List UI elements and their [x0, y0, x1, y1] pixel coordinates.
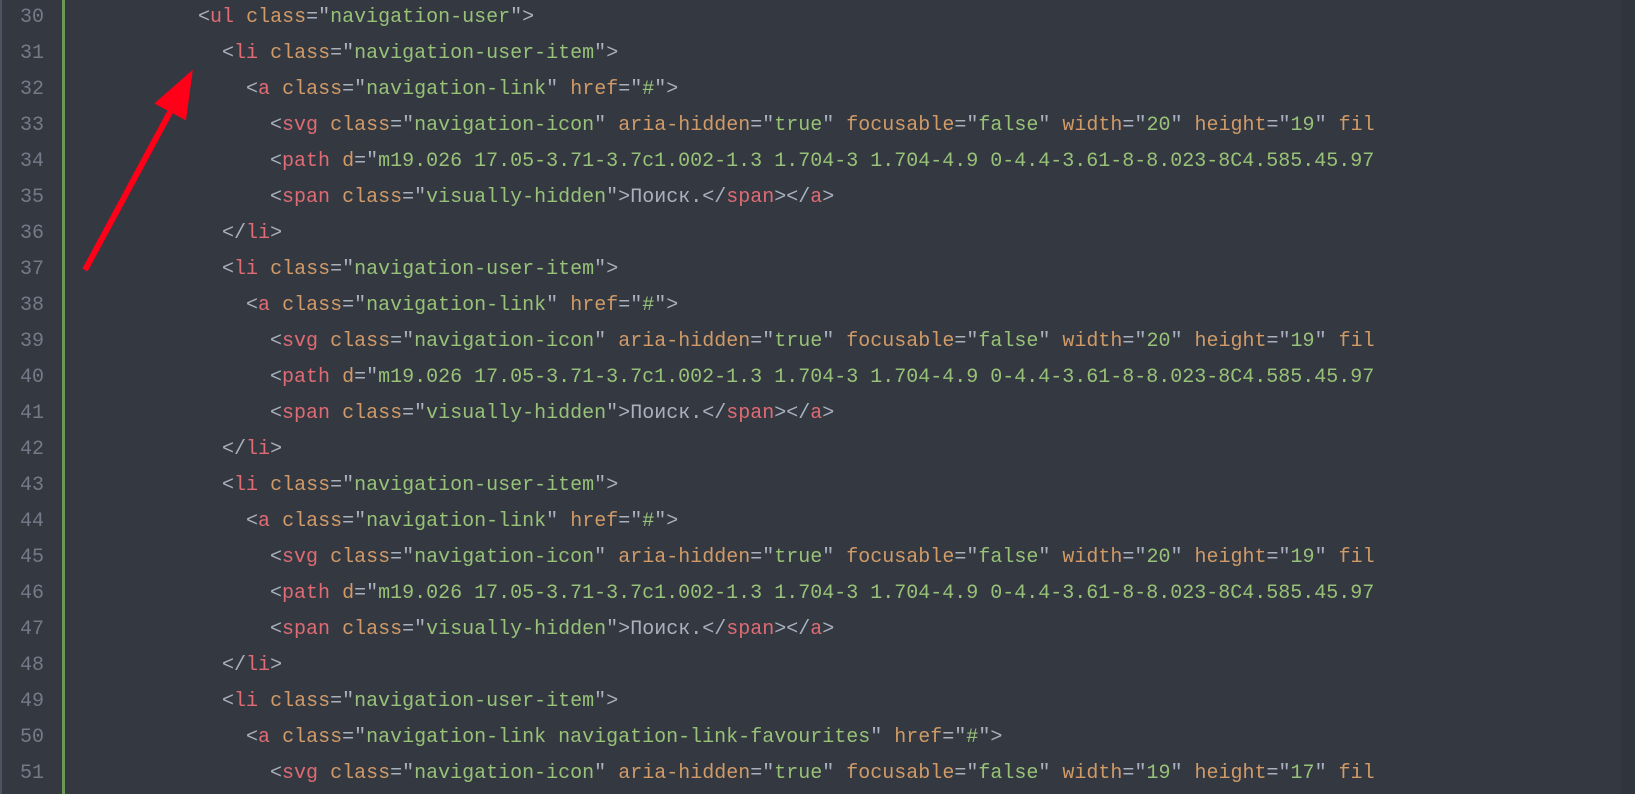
- line-number[interactable]: 40: [0, 360, 44, 396]
- code-line[interactable]: <li class="navigation-user-item">: [78, 684, 1621, 720]
- line-number[interactable]: 43: [0, 468, 44, 504]
- line-number[interactable]: 46: [0, 576, 44, 612]
- line-number[interactable]: 41: [0, 396, 44, 432]
- line-number[interactable]: 39: [0, 324, 44, 360]
- overview-ruler[interactable]: [1621, 0, 1635, 794]
- code-line[interactable]: <li class="navigation-user-item">: [78, 468, 1621, 504]
- code-line[interactable]: <ul class="navigation-user">: [78, 0, 1621, 36]
- line-number[interactable]: 32: [0, 72, 44, 108]
- code-line[interactable]: <path d="m19.026 17.05-3.71-3.7c1.002-1.…: [78, 360, 1621, 396]
- line-number[interactable]: 44: [0, 504, 44, 540]
- line-number[interactable]: 38: [0, 288, 44, 324]
- code-line[interactable]: <a class="navigation-link navigation-lin…: [78, 720, 1621, 756]
- code-line[interactable]: <svg class="navigation-icon" aria-hidden…: [78, 324, 1621, 360]
- code-area[interactable]: <ul class="navigation-user"> <li class="…: [62, 0, 1621, 794]
- code-line[interactable]: <a class="navigation-link" href="#">: [78, 504, 1621, 540]
- line-number[interactable]: 34: [0, 144, 44, 180]
- code-line[interactable]: <path d="m19.026 17.05-3.71-3.7c1.002-1.…: [78, 576, 1621, 612]
- line-number[interactable]: 33: [0, 108, 44, 144]
- line-number[interactable]: 50: [0, 720, 44, 756]
- code-line[interactable]: <path d="m19.026 17.05-3.71-3.7c1.002-1.…: [78, 144, 1621, 180]
- line-number[interactable]: 48: [0, 648, 44, 684]
- code-line[interactable]: </li>: [78, 432, 1621, 468]
- line-number[interactable]: 47: [0, 612, 44, 648]
- code-line[interactable]: </li>: [78, 216, 1621, 252]
- line-number[interactable]: 30: [0, 0, 44, 36]
- code-line[interactable]: <a class="navigation-link" href="#">: [78, 288, 1621, 324]
- line-number[interactable]: 36: [0, 216, 44, 252]
- line-number[interactable]: 31: [0, 36, 44, 72]
- line-number[interactable]: 45: [0, 540, 44, 576]
- code-line[interactable]: <svg class="navigation-icon" aria-hidden…: [78, 540, 1621, 576]
- code-line[interactable]: <span class="visually-hidden">Поиск.</sp…: [78, 396, 1621, 432]
- code-line[interactable]: <span class="visually-hidden">Поиск.</sp…: [78, 180, 1621, 216]
- code-line[interactable]: <span class="visually-hidden">Поиск.</sp…: [78, 612, 1621, 648]
- line-number[interactable]: 35: [0, 180, 44, 216]
- code-line[interactable]: <svg class="navigation-icon" aria-hidden…: [78, 108, 1621, 144]
- line-number[interactable]: 42: [0, 432, 44, 468]
- line-number-gutter[interactable]: 30 31 32 33 34 35 36 37 38 39 40 41 42 4…: [0, 0, 62, 794]
- line-number[interactable]: 49: [0, 684, 44, 720]
- code-line[interactable]: </li>: [78, 648, 1621, 684]
- line-number[interactable]: 51: [0, 756, 44, 792]
- code-line[interactable]: <li class="navigation-user-item">: [78, 36, 1621, 72]
- code-line[interactable]: <svg class="navigation-icon" aria-hidden…: [78, 756, 1621, 792]
- code-line[interactable]: <li class="navigation-user-item">: [78, 252, 1621, 288]
- line-number[interactable]: 37: [0, 252, 44, 288]
- code-line[interactable]: <a class="navigation-link" href="#">: [78, 72, 1621, 108]
- code-editor[interactable]: 30 31 32 33 34 35 36 37 38 39 40 41 42 4…: [0, 0, 1635, 794]
- modified-indicator: [62, 0, 65, 794]
